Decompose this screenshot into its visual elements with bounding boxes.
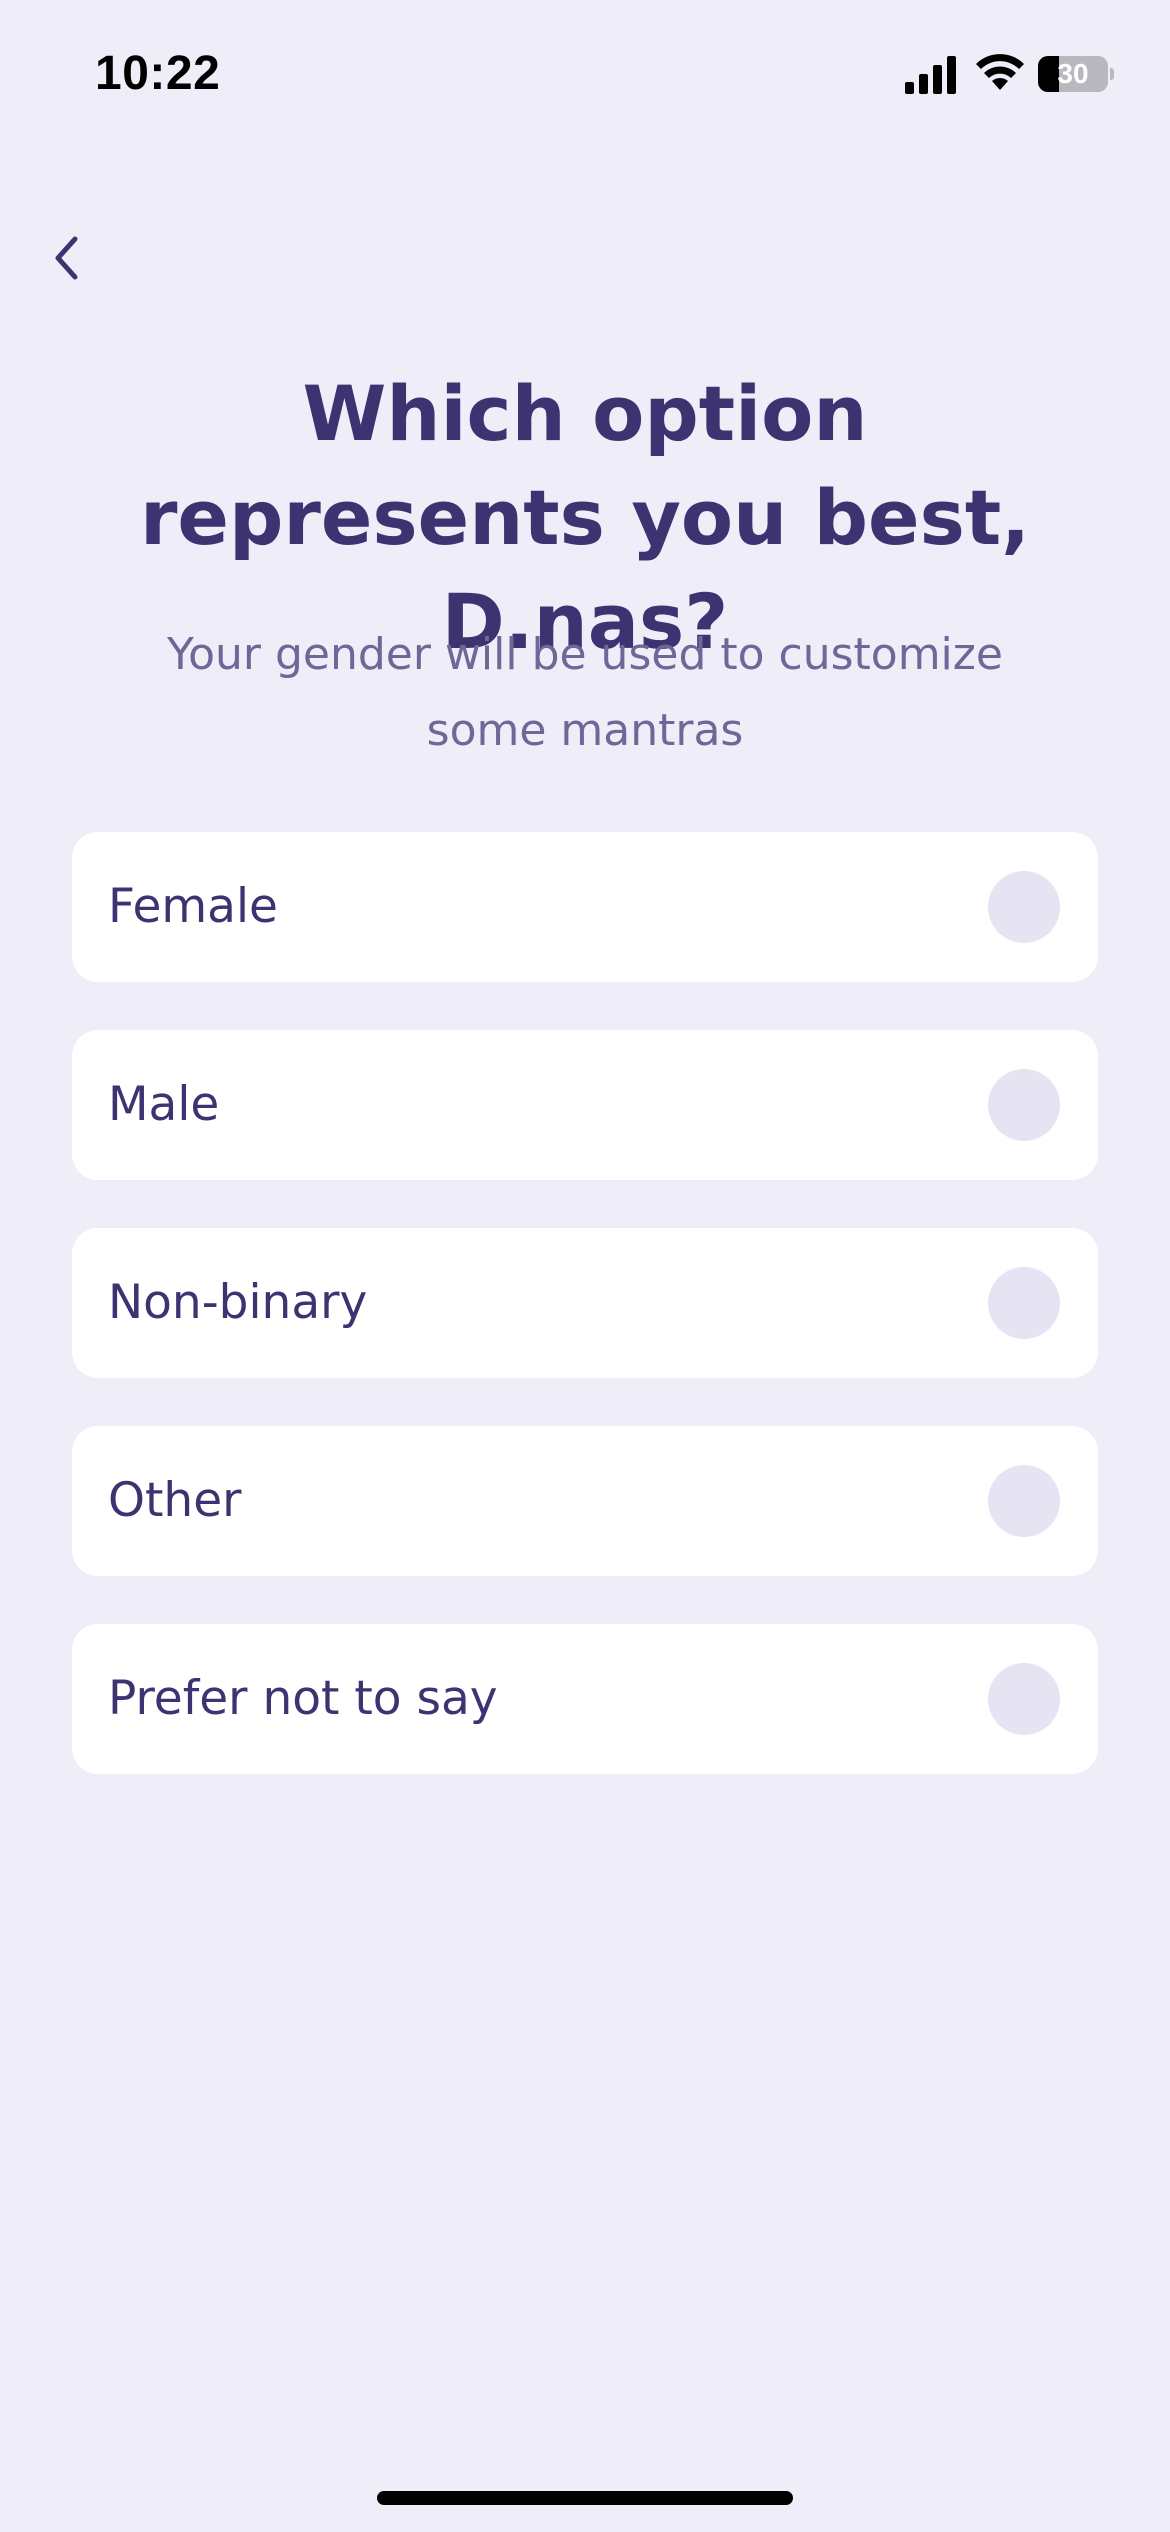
chevron-left-icon [55,236,78,280]
battery-percentage: 30 [1057,58,1089,89]
option-label: Male [108,1077,220,1132]
option-label: Female [108,879,278,934]
option-label: Non-binary [108,1275,368,1330]
option-female[interactable]: Female [72,832,1098,982]
wifi-icon [976,54,1024,90]
radio-button[interactable] [988,1069,1060,1141]
status-time: 10:22 [95,47,221,100]
option-non-binary[interactable]: Non-binary [72,1228,1098,1378]
battery-body: 30 [1038,56,1108,92]
radio-button[interactable] [988,1267,1060,1339]
option-label: Other [108,1473,242,1528]
page-subtitle: Your gender will be used to customize so… [167,629,1003,756]
gender-options-list: Female Male Non-binary Other Prefer not … [72,832,1098,1822]
battery-icon: 30 [1038,56,1114,92]
back-button[interactable] [40,220,100,296]
cellular-signal-icon [905,56,956,94]
radio-button[interactable] [988,871,1060,943]
radio-button[interactable] [988,1663,1060,1735]
option-prefer-not-to-say[interactable]: Prefer not to say [72,1624,1098,1774]
option-male[interactable]: Male [72,1030,1098,1180]
home-indicator [377,2491,793,2505]
status-bar: 10:22 30 [0,0,1170,150]
option-other[interactable]: Other [72,1426,1098,1576]
battery-cap [1110,68,1114,80]
option-label: Prefer not to say [108,1671,498,1726]
radio-button[interactable] [988,1465,1060,1537]
